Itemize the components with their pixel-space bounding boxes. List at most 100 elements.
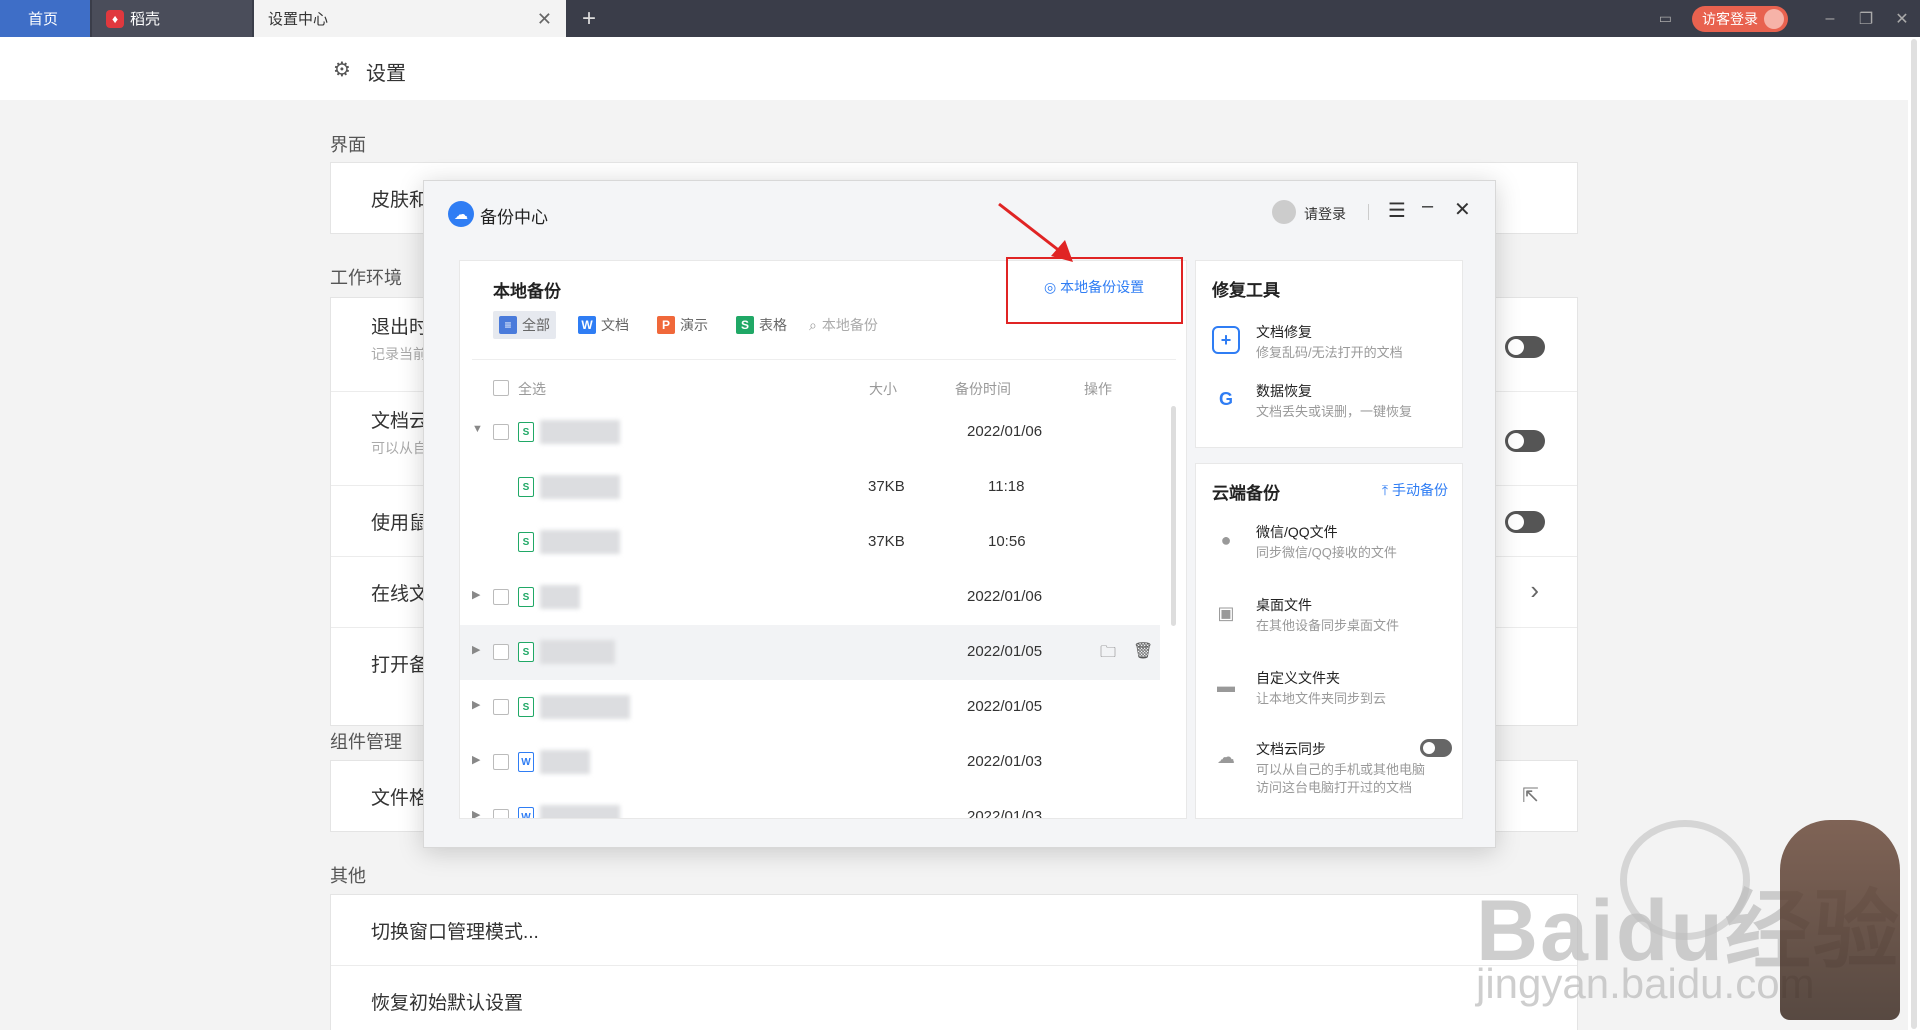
table-row[interactable]: ▶ W 2022/01/03 [460, 790, 1160, 818]
collapse-icon[interactable]: ▼ [472, 423, 483, 435]
filter-all[interactable]: ≡ 全部 [493, 311, 556, 339]
filter-doc[interactable]: W 文档 [572, 311, 635, 339]
row-exit-label: 退出时 [371, 317, 429, 338]
backup-center-dialog: ☁ 备份中心 请登录 ☰ – ✕ 本地备份 ◎ 本地备份设置 ≡ 全部 W 文档 P… [423, 180, 1496, 848]
table-row[interactable]: S 37KB 10:56 [460, 515, 1160, 570]
row-size: 37KB [868, 533, 905, 550]
row-checkbox[interactable] [493, 699, 509, 715]
login-link[interactable]: 请登录 [1304, 204, 1346, 224]
delete-icon[interactable]: 🗑 [1133, 641, 1153, 661]
minimize-icon[interactable]: – [1812, 10, 1848, 28]
folder-icon[interactable]: 🗀 [1100, 641, 1116, 668]
row-time: 2022/01/05 [967, 643, 1043, 660]
visitor-login-button[interactable]: 访客登录 [1692, 5, 1788, 32]
menu-icon[interactable]: ☰ [1388, 198, 1406, 223]
doc-cloud-sync-toggle[interactable] [1420, 739, 1452, 757]
section-components-label: 组件管理 [330, 732, 402, 752]
doc-repair-desc: 修复乱码/无法打开的文档 [1256, 345, 1403, 360]
section-env-label: 工作环境 [330, 268, 402, 288]
desktop-files-item[interactable]: ▣ 桌面文件 在其他设备同步桌面文件 [1212, 595, 1452, 641]
column-size: 大小 [869, 381, 897, 397]
filter-presentation-label: 演示 [680, 317, 708, 333]
writer-icon: W [578, 316, 596, 334]
tab-bar: 首页 ♦ 稻壳 设置中心 ✕ + ▭ 访客登录 – ❐ ✕ [0, 0, 1920, 37]
row-checkbox[interactable] [493, 809, 509, 818]
row-checkbox[interactable] [493, 424, 509, 440]
tab-docer[interactable]: ♦ 稻壳 [92, 0, 252, 37]
sheet-file-icon: S [518, 697, 534, 717]
row-doc-cloud-label: 文档云 [371, 411, 429, 432]
manual-backup-link[interactable]: ⤒ 手动备份 [1382, 480, 1448, 500]
table-row[interactable]: S 37KB 11:18 [460, 460, 1160, 515]
row-file-format-label: 文件格 [371, 788, 429, 809]
row-mouse-label: 使用鼠 [371, 513, 429, 534]
backup-search[interactable]: ⌕ 本地备份 [809, 315, 878, 335]
character-illustration [1780, 820, 1900, 1020]
dialog-minimize-icon[interactable]: – [1422, 195, 1433, 218]
data-recovery-name: 数据恢复 [1256, 383, 1312, 399]
row-window-mode[interactable]: 切换窗口管理模式... [331, 895, 1577, 966]
table-row[interactable]: ▶ S 2022/01/06 [460, 570, 1160, 625]
expand-icon[interactable]: ▶ [472, 698, 480, 711]
baidu-watermark: Baidu经验 jingyan.baidu.com [1470, 820, 1910, 1030]
row-checkbox[interactable] [493, 589, 509, 605]
search-placeholder: 本地备份 [821, 317, 878, 333]
section-ui-label: 界面 [330, 135, 366, 155]
dialog-close-icon[interactable]: ✕ [1454, 197, 1471, 222]
tab-home[interactable]: 首页 [0, 0, 90, 37]
restore-icon[interactable]: ❐ [1848, 9, 1884, 29]
filter-doc-label: 文档 [601, 317, 629, 333]
row-checkbox[interactable] [493, 644, 509, 660]
sheet-file-icon: S [518, 422, 534, 442]
row-reset[interactable]: 恢复初始默认设置 [331, 966, 1577, 1030]
filter-sheet-label: 表格 [759, 317, 787, 333]
user-avatar[interactable] [1272, 200, 1296, 224]
list-scrollbar[interactable] [1171, 406, 1176, 626]
window-count-icon[interactable]: ▭ [1659, 10, 1672, 27]
row-time: 2022/01/03 [967, 753, 1043, 770]
tab-docer-label: 稻壳 [130, 11, 161, 28]
cloud-upload-icon: ☁ [1217, 746, 1235, 767]
wechat-qq-name: 微信/QQ文件 [1256, 524, 1338, 540]
row-doc-cloud-desc: 可以从自 [371, 440, 427, 456]
row-checkbox[interactable] [493, 754, 509, 770]
backup-logo-icon: ☁ [448, 201, 474, 227]
chat-bubble-icon: ● [1220, 529, 1232, 550]
doc-cloud-toggle[interactable] [1505, 430, 1545, 452]
desktop-files-name: 桌面文件 [1256, 597, 1312, 613]
repair-tools-panel: 修复工具 + 文档修复 修复乱码/无法打开的文档 G 数据恢复 文档丢失或误删，… [1195, 260, 1463, 448]
mouse-toggle[interactable] [1505, 511, 1545, 533]
doc-cloud-sync-desc: 可以从自己的手机或其他电脑 [1256, 762, 1426, 777]
tab-home-label: 首页 [28, 11, 59, 28]
table-row[interactable]: ▼ S 2022/01/06 [460, 405, 1160, 460]
select-all-checkbox[interactable] [493, 380, 509, 396]
filter-sheet[interactable]: S 表格 [730, 311, 793, 339]
external-link-icon[interactable]: ⇱ [1522, 783, 1539, 808]
filter-presentation[interactable]: P 演示 [651, 311, 714, 339]
sheet-file-icon: S [518, 587, 534, 607]
custom-folder-item[interactable]: ▬ 自定义文件夹 让本地文件夹同步到云 [1212, 668, 1452, 714]
row-time: 2022/01/06 [967, 588, 1043, 605]
desktop-files-desc: 在其他设备同步桌面文件 [1256, 618, 1400, 633]
scrollbar-thumb[interactable] [1911, 39, 1917, 1029]
close-window-icon[interactable]: ✕ [1884, 9, 1920, 29]
expand-icon[interactable]: ▶ [472, 588, 480, 601]
row-window-mode-label: 切换窗口管理模式... [371, 922, 539, 943]
exit-toggle[interactable] [1505, 336, 1545, 358]
expand-icon[interactable]: ▶ [472, 643, 480, 656]
wechat-qq-item[interactable]: ● 微信/QQ文件 同步微信/QQ接收的文件 [1212, 522, 1452, 568]
doc-repair-item[interactable]: + 文档修复 修复乱码/无法打开的文档 [1212, 322, 1452, 368]
manual-backup-label: 手动备份 [1392, 482, 1448, 498]
tab-settings-center[interactable]: 设置中心 ✕ [254, 0, 566, 37]
file-name-redacted [540, 530, 620, 554]
file-name-redacted [540, 750, 590, 774]
expand-icon[interactable]: ▶ [472, 808, 480, 818]
table-row[interactable]: ▶ S 2022/01/05 [460, 680, 1160, 735]
data-recovery-desc: 文档丢失或误删，一键恢复 [1256, 404, 1413, 419]
table-row[interactable]: ▶ S 2022/01/05 🗀 🗑 [460, 625, 1160, 680]
new-tab-button[interactable]: + [566, 0, 612, 37]
data-recovery-item[interactable]: G 数据恢复 文档丢失或误删，一键恢复 [1212, 381, 1452, 427]
expand-icon[interactable]: ▶ [472, 753, 480, 766]
tab-close-icon[interactable]: ✕ [537, 9, 552, 30]
table-row[interactable]: ▶ W 2022/01/03 [460, 735, 1160, 790]
